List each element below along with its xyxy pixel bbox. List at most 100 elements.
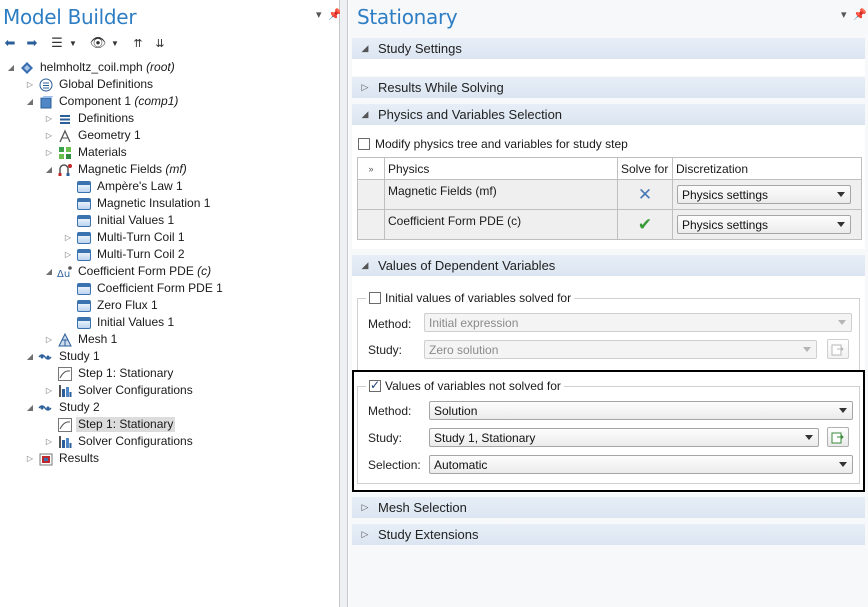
- tree-node-materials[interactable]: ▷ Materials: [44, 144, 129, 161]
- expand-triangle-icon[interactable]: ▷: [44, 437, 54, 446]
- visibility-eye-icon[interactable]: 👁: [90, 35, 107, 51]
- tree-node-study1-step-1-stationary[interactable]: Step 1: Stationary: [57, 365, 175, 382]
- initial-values-group: [357, 298, 860, 372]
- forward-arrow-icon[interactable]: ➡: [24, 35, 40, 51]
- expand-triangle-icon[interactable]: ▷: [63, 250, 73, 259]
- tree-node-component-1[interactable]: ◢ Component 1 (comp1): [25, 93, 180, 110]
- not-solved-selection-dropdown[interactable]: Automatic: [429, 455, 853, 474]
- expand-triangle-icon[interactable]: ▷: [63, 233, 73, 242]
- solve-for-check-icon[interactable]: ✔: [617, 209, 673, 240]
- expand-triangle-icon[interactable]: ▷: [44, 148, 54, 157]
- grid-expand-icon[interactable]: »: [357, 157, 385, 180]
- study-icon: [38, 400, 54, 415]
- tree-node-multi-turn-coil-1[interactable]: ▷ Multi-Turn Coil 1: [63, 229, 187, 246]
- tree-node-magnetic-fields[interactable]: ◢ Magnetic Fields (mf): [44, 161, 189, 178]
- go-to-source-icon[interactable]: [827, 339, 849, 359]
- tree-node-magnetic-insulation-1[interactable]: Magnetic Insulation 1: [76, 195, 212, 212]
- tree-node-coefficient-form-pde-1[interactable]: Coefficient Form PDE 1: [76, 280, 225, 297]
- tree-node-geometry-1[interactable]: ▷ Geometry 1: [44, 127, 143, 144]
- collapse-triangle-icon[interactable]: ◢: [6, 63, 16, 72]
- tree-node-zero-flux-1[interactable]: Zero Flux 1: [76, 297, 160, 314]
- visibility-dropdown-icon[interactable]: ▼: [110, 35, 120, 51]
- physics-feature-icon: [76, 196, 92, 211]
- expand-all-icon[interactable]: ⇈: [130, 35, 146, 51]
- expand-triangle-icon: ▷: [361, 82, 369, 92]
- tree-node-coefficient-form-pde[interactable]: ◢ Δu Coefficient Form PDE (c): [44, 263, 213, 280]
- expand-triangle-icon[interactable]: ▷: [44, 114, 54, 123]
- tree-node-global-definitions[interactable]: ▷ Global Definitions: [25, 76, 155, 93]
- tree-node-amperes-law-1[interactable]: Ampère's Law 1: [76, 178, 185, 195]
- section-results-while-solving[interactable]: ▷ Results While Solving: [352, 77, 865, 98]
- physics-feature-icon: [76, 281, 92, 296]
- not-solved-checkbox[interactable]: [369, 378, 381, 392]
- initial-study-dropdown[interactable]: Zero solution: [424, 340, 817, 359]
- tree-node-initial-values-1-pde[interactable]: Initial Values 1: [76, 314, 176, 331]
- solve-for-cross-icon[interactable]: ✕: [617, 179, 673, 210]
- physics-feature-icon: [76, 298, 92, 313]
- pin-icon[interactable]: 📌: [853, 8, 867, 21]
- tree-node-study-1[interactable]: ◢ Study 1: [25, 348, 102, 365]
- initial-values-checkbox[interactable]: [369, 292, 381, 304]
- model-builder-title: Model Builder: [3, 5, 137, 29]
- materials-icon: [57, 145, 73, 160]
- section-study-settings[interactable]: ◢ Study Settings: [352, 38, 865, 59]
- grid-row-magnetic-fields[interactable]: Magnetic Fields (mf) ✕ Physics settings: [357, 179, 862, 210]
- tree-node-initial-values-1[interactable]: Initial Values 1: [76, 212, 176, 229]
- collapse-triangle-icon[interactable]: ◢: [25, 352, 35, 361]
- collapse-triangle-icon: ◢: [361, 260, 369, 270]
- expand-triangle-icon: ▷: [361, 529, 369, 539]
- expand-triangle-icon[interactable]: ▷: [44, 131, 54, 140]
- collapse-triangle-icon[interactable]: ◢: [44, 267, 54, 276]
- discretization-dropdown-mf[interactable]: Physics settings: [677, 185, 851, 204]
- globe-icon: [38, 77, 54, 92]
- tree-node-study2-step-1-stationary[interactable]: Step 1: Stationary: [57, 416, 176, 433]
- not-solved-study-label: Study:: [368, 431, 403, 445]
- collapse-triangle-icon[interactable]: ◢: [25, 403, 35, 412]
- pane-menu-icon[interactable]: ▾: [316, 8, 322, 21]
- settings-pane: Stationary ▾ 📌 ◢ Study Settings ▷ Result…: [349, 0, 868, 607]
- go-to-source-icon[interactable]: [827, 427, 849, 447]
- expand-triangle-icon[interactable]: ▷: [44, 386, 54, 395]
- tree-node-results[interactable]: ▷ Results: [25, 450, 101, 467]
- section-values-dependent-variables[interactable]: ◢ Values of Dependent Variables: [352, 255, 865, 276]
- expand-triangle-icon[interactable]: ▷: [44, 335, 54, 344]
- model-builder-toolbar: ⬅ ➡ ☰ ▼ 👁 ▼ ⇈ ⇊: [0, 33, 339, 53]
- section-mesh-selection[interactable]: ▷ Mesh Selection: [352, 497, 865, 518]
- collapse-all-icon[interactable]: ⇊: [152, 35, 168, 51]
- grid-row-coefficient-form-pde[interactable]: Coefficient Form PDE (c) ✔ Physics setti…: [357, 209, 862, 240]
- tree-node-multi-turn-coil-2[interactable]: ▷ Multi-Turn Coil 2: [63, 246, 187, 263]
- not-solved-method-label: Method:: [368, 404, 412, 418]
- pane-menu-icon[interactable]: ▾: [841, 8, 847, 21]
- list-view-icon[interactable]: ☰: [50, 35, 64, 51]
- section-physics-variables-selection[interactable]: ◢ Physics and Variables Selection: [352, 104, 865, 125]
- initial-values-checkbox-row[interactable]: Initial values of variables solved for: [366, 291, 575, 305]
- modify-physics-checkbox-row[interactable]: Modify physics tree and variables for st…: [358, 137, 628, 151]
- physics-feature-icon: [76, 247, 92, 262]
- pane-splitter[interactable]: [340, 0, 348, 607]
- modify-physics-checkbox[interactable]: [358, 138, 370, 150]
- tree-node-study2-solver-configurations[interactable]: ▷ Solver Configurations: [44, 433, 195, 450]
- tree-node-root[interactable]: ◢ helmholtz_coil.mph (root): [6, 59, 177, 76]
- collapse-triangle-icon[interactable]: ◢: [44, 165, 54, 174]
- tree-node-mesh-1[interactable]: ▷ Mesh 1: [44, 331, 119, 348]
- pde-icon: Δu: [57, 264, 73, 279]
- model-builder-pane: Model Builder ▾ 📌 ⬅ ➡ ☰ ▼ 👁 ▼ ⇈ ⇊ ◢ helm…: [0, 0, 342, 607]
- tree-node-definitions[interactable]: ▷ Definitions: [44, 110, 136, 127]
- not-solved-method-dropdown[interactable]: Solution: [429, 401, 853, 420]
- list-view-dropdown-icon[interactable]: ▼: [68, 35, 78, 51]
- dependent-vars-body: Initial values of variables solved for M…: [352, 276, 865, 493]
- tree-node-study1-solver-configurations[interactable]: ▷ Solver Configurations: [44, 382, 195, 399]
- not-solved-checkbox-row[interactable]: Values of variables not solved for: [366, 378, 564, 393]
- collapse-triangle-icon[interactable]: ◢: [25, 97, 35, 106]
- stationary-step-icon: [57, 366, 73, 381]
- section-study-extensions[interactable]: ▷ Study Extensions: [352, 524, 865, 545]
- tree-node-study-2[interactable]: ◢ Study 2: [25, 399, 102, 416]
- discretization-dropdown-c[interactable]: Physics settings: [677, 215, 851, 234]
- expand-triangle-icon[interactable]: ▷: [25, 80, 35, 89]
- back-arrow-icon[interactable]: ⬅: [2, 35, 18, 51]
- initial-method-dropdown[interactable]: Initial expression: [424, 313, 852, 332]
- expand-triangle-icon[interactable]: ▷: [25, 454, 35, 463]
- not-solved-study-dropdown[interactable]: Study 1, Stationary: [429, 428, 819, 447]
- component-cube-icon: [38, 94, 54, 109]
- grid-header-physics: Physics: [384, 157, 618, 180]
